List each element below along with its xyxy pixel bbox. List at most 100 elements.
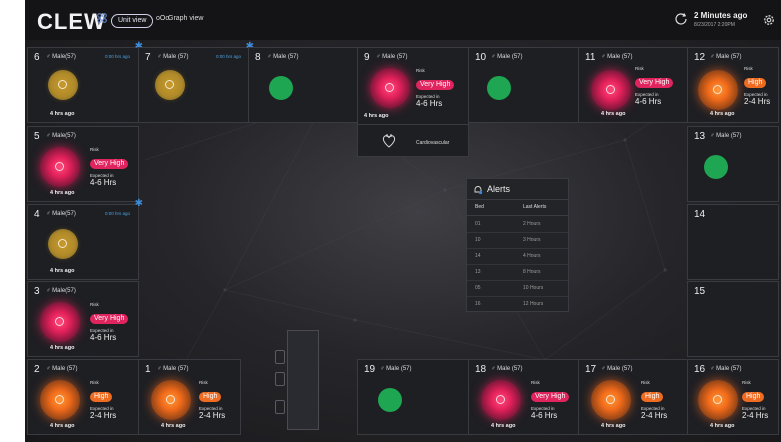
bed-card-9[interactable]: 9 ♂ Male (57) Risk Very High Expected in… (357, 47, 469, 157)
risk-badge: High (199, 392, 222, 402)
bed-card-18[interactable]: 18 ♂ Male (57) Risk Very High Expected i… (468, 359, 580, 435)
alert-time: 10 Hours (523, 285, 544, 291)
last-update: 4 hrs ago (50, 111, 75, 117)
risk-panel: Risk Very High Expected in 4-6 Hrs (90, 147, 138, 187)
risk-label: Risk (416, 68, 425, 73)
bed-number: 6 (34, 52, 40, 63)
patient-gender-age: ♂ Male (57) (601, 54, 633, 60)
alert-row[interactable]: 13 8 Hours (467, 264, 568, 281)
gear-icon[interactable] (762, 13, 776, 27)
bed-card-10[interactable]: 10 ♂ Male (57) (468, 47, 580, 123)
alert-timer: 0:00 hrs ago (104, 211, 130, 216)
condition-label: Cardiovascular (416, 140, 450, 146)
bed-number: 17 (585, 364, 597, 375)
bed-card-12[interactable]: 12 ♂ Male (57) Risk High Expected in 2-4… (687, 47, 779, 123)
alert-time: 12 Hours (523, 301, 544, 307)
unit-grid-icon[interactable] (97, 13, 107, 23)
bed-number: 5 (34, 131, 40, 142)
patient-gender-age: ♂ Male (57) (157, 366, 189, 372)
bed-number: 3 (34, 286, 40, 297)
risk-label: Risk (744, 66, 753, 71)
last-update: 4 hrs ago (364, 113, 389, 119)
risk-label: Risk (90, 302, 99, 307)
patient-gender-age: ♂ Male (57) (710, 133, 742, 139)
risk-panel: Risk High Expected in 2-4 Hrs (641, 380, 689, 420)
alert-bed: 13 (475, 269, 481, 275)
status-orb-watch (155, 70, 185, 100)
chair-icon (275, 372, 285, 386)
expected-value: 4-6 Hrs (531, 411, 558, 420)
alert-timer: 0:00 hrs ago (104, 54, 130, 59)
bed-card-13[interactable]: 13 ♂ Male (57) (687, 126, 779, 202)
status-orb-watch (48, 70, 78, 100)
bed-card-7[interactable]: 7 ♂ Male (57) 0:00 hrs ago ✱ (138, 41, 254, 123)
alert-bed: 16 (475, 301, 481, 307)
expected-value: 2-4 Hrs (744, 97, 771, 106)
alert-row[interactable]: 01 2 Hours (467, 216, 568, 233)
graph-view-toggle[interactable]: Graph view (168, 15, 203, 22)
patient-gender-age: ♂ Male(57) (46, 54, 76, 60)
patient-gender-age: ♂ Male (57) (267, 54, 299, 60)
flag-star-icon[interactable]: ✱ (135, 198, 143, 209)
col-last-alerts: Last Alerts (523, 204, 547, 210)
last-update: 4 hrs ago (50, 423, 75, 429)
bed-card-2[interactable]: 2 ♂ Male (57) Risk High Expected in 2-4 … (27, 359, 139, 435)
alert-row[interactable]: 14 4 Hours (467, 248, 568, 265)
status-orb-stable (487, 76, 511, 100)
risk-badge: Very High (531, 392, 570, 402)
status-orb-watch (48, 229, 78, 259)
bed-card-4[interactable]: 4 ♂ Male(57) 0:00 hrs ago ✱ 4 hrs ago (27, 198, 143, 280)
bed-card-8[interactable]: 8 ♂ Male (57) (248, 47, 360, 123)
unit-view-toggle[interactable]: Unit view (111, 14, 154, 28)
risk-badge: Very High (635, 78, 674, 88)
bed-card-1[interactable]: 1 ♂ Male (57) Risk High Expected in 2-4 … (138, 359, 241, 435)
divider (358, 124, 468, 125)
status-orb-stable (269, 76, 293, 100)
refresh-icon[interactable] (673, 11, 689, 27)
status-orb-high (40, 380, 80, 420)
status-orb-high (151, 380, 191, 420)
bed-number: 11 (585, 52, 596, 63)
bed-number: 4 (34, 209, 40, 220)
status-orb-stable (378, 388, 402, 412)
risk-label: Risk (199, 380, 208, 385)
alert-row[interactable]: 10 3 Hours (467, 232, 568, 249)
risk-panel: Risk Very High Expected in 4-6 Hrs (531, 380, 579, 420)
risk-label: Risk (90, 380, 99, 385)
bed-card-15[interactable]: 15 (687, 281, 779, 357)
last-updated: 2 Minutes ago (694, 11, 748, 20)
risk-label: Risk (635, 66, 644, 71)
bed-number: 7 (145, 52, 151, 63)
alert-row[interactable]: 16 12 Hours (467, 296, 568, 312)
heart-icon (382, 134, 396, 148)
bed-number: 10 (475, 52, 487, 63)
alerts-columns: Bed Last Alerts (467, 201, 568, 216)
risk-panel: Risk High Expected in 2-4 Hrs (199, 380, 241, 420)
status-orb-high (591, 380, 631, 420)
bed-card-14[interactable]: 14 (687, 204, 779, 280)
patient-gender-age: ♂ Male (57) (710, 366, 742, 372)
bed-number: 1 (145, 364, 151, 375)
alert-bed: 10 (475, 237, 481, 243)
status-orb-high (698, 380, 738, 420)
unit-view-screen: CLEW Unit view oOo Graph view 2 Minutes … (25, 0, 781, 442)
bed-card-6[interactable]: 6 ♂ Male(57) 0:00 hrs ago ✱ 4 hrs ago (27, 41, 143, 123)
risk-badge: High (641, 392, 664, 402)
alert-bed: 01 (475, 221, 481, 227)
patient-gender-age: ♂ Male (57) (376, 54, 408, 60)
bed-card-16[interactable]: 16 ♂ Male (57) Risk High Expected in 2-4… (687, 359, 779, 435)
bed-number: 16 (694, 364, 706, 375)
bed-number: 8 (255, 52, 261, 63)
clew-logo: CLEW (37, 9, 106, 34)
chair-icon (275, 400, 285, 414)
nurse-station (287, 330, 319, 430)
bed-card-3[interactable]: 3 ♂ Male(57) Risk Very High Expected in … (27, 281, 139, 357)
bed-card-11[interactable]: 11 ♂ Male (57) Risk Very High Expected i… (578, 47, 690, 123)
status-orb-very-high (481, 380, 521, 420)
bed-card-17[interactable]: 17 ♂ Male (57) Risk High Expected in 2-4… (578, 359, 690, 435)
alert-time: 4 Hours (523, 253, 541, 259)
bed-card-19[interactable]: 19 ♂ Male (57) (357, 359, 469, 435)
last-update: 4 hrs ago (50, 190, 75, 196)
bed-card-5[interactable]: 5 ♂ Male(57) Risk Very High Expected in … (27, 126, 139, 202)
alert-row[interactable]: 05 10 Hours (467, 280, 568, 297)
